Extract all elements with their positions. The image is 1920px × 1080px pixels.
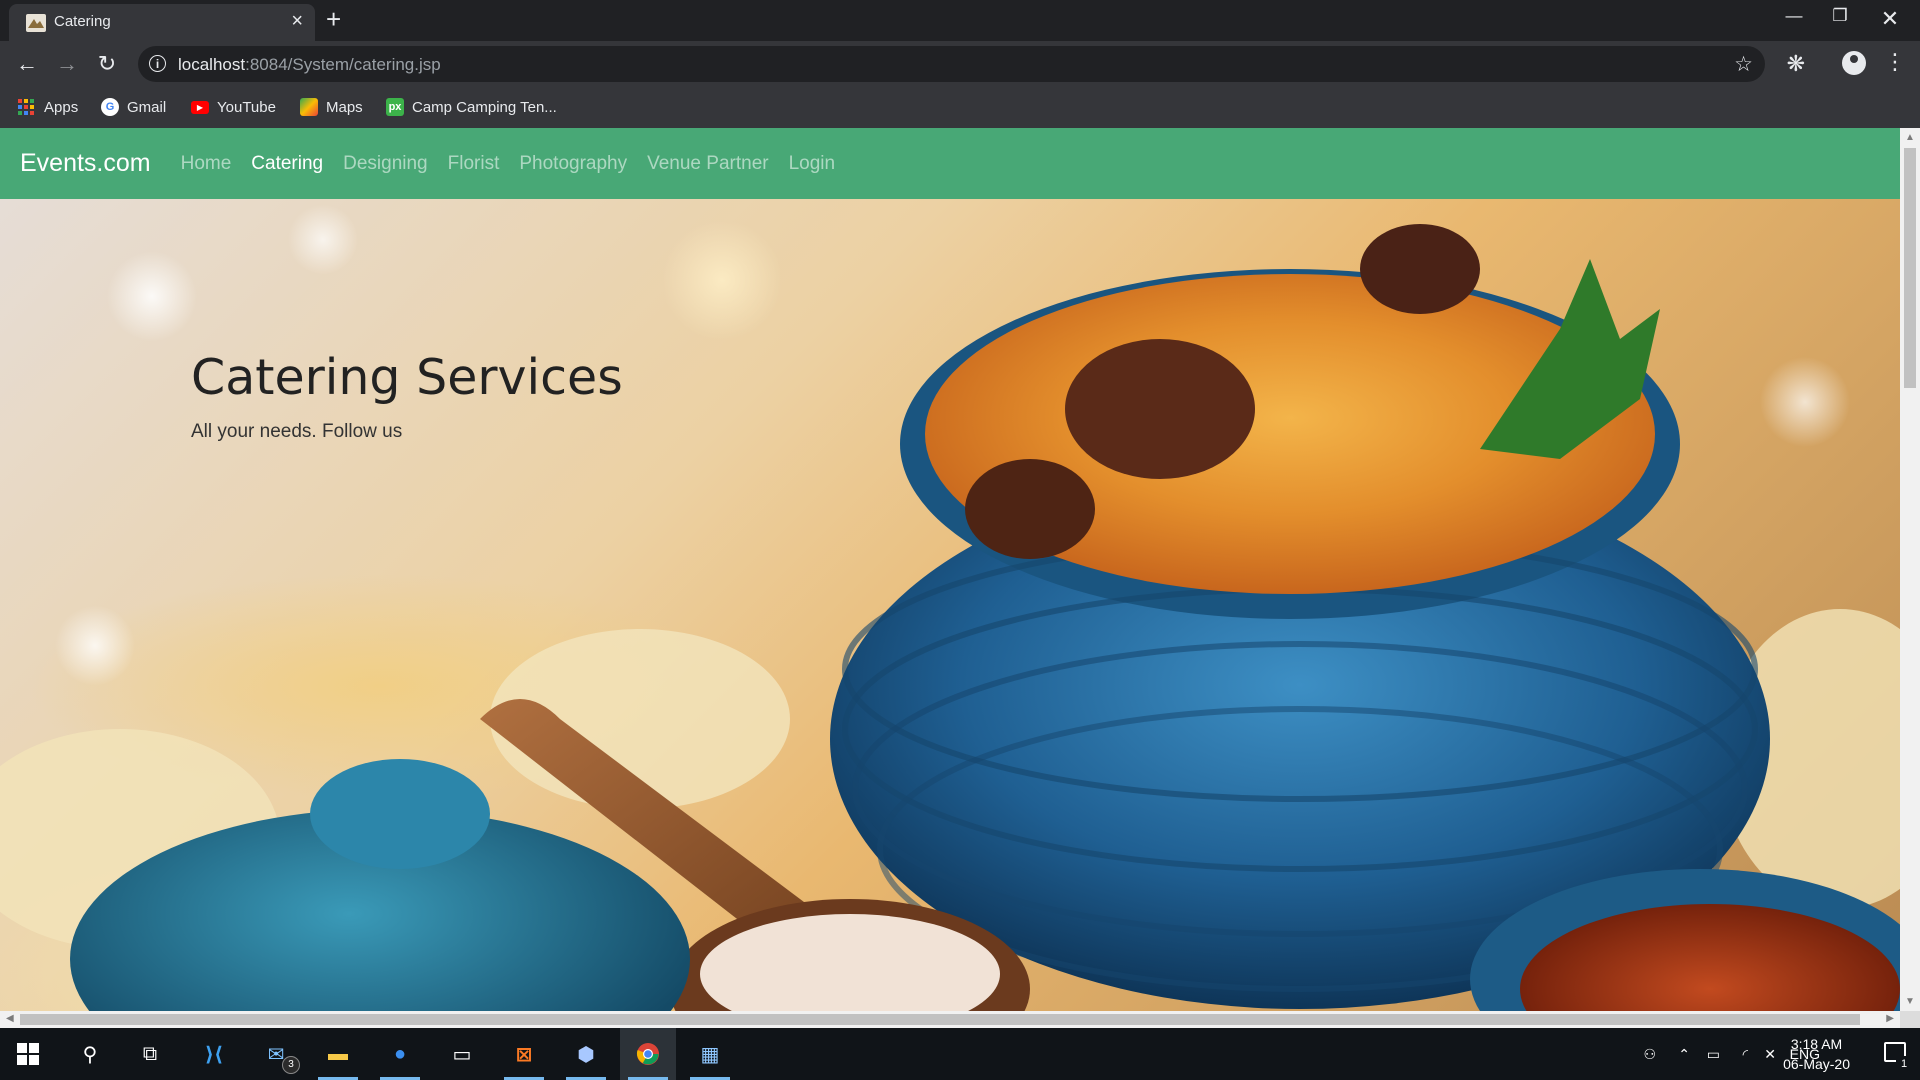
chrome-icon	[636, 1043, 659, 1065]
clock-date: 06-May-20	[1783, 1056, 1850, 1072]
taskbar-file-explorer[interactable]: ▬	[310, 1028, 366, 1080]
nav-link-login[interactable]: Login	[789, 153, 836, 175]
search-icon: ⚲	[82, 1043, 98, 1066]
bookmark-youtube[interactable]: ▶ YouTube	[191, 95, 276, 119]
back-arrow-icon[interactable]: ←	[13, 50, 41, 78]
tab-title: Catering	[54, 13, 111, 30]
bookmark-star-icon[interactable]: ☆	[1734, 52, 1753, 77]
brand-logo[interactable]: Events.com	[20, 149, 151, 178]
search-button[interactable]: ⚲	[62, 1028, 118, 1080]
profile-avatar-icon[interactable]	[1842, 51, 1866, 75]
taskbar-terminal[interactable]: ▭	[434, 1028, 490, 1080]
bookmark-gmail[interactable]: G Gmail	[101, 95, 166, 119]
battery-icon[interactable]: ▭	[1707, 1028, 1720, 1080]
reload-icon[interactable]: ↻	[93, 50, 121, 78]
taskbar-mail[interactable]: ✉ 3	[248, 1028, 304, 1080]
px-icon: px	[386, 98, 404, 116]
extension-icon[interactable]: ❋	[1787, 51, 1805, 77]
vscode-icon: ⟩⟨	[204, 1043, 224, 1066]
nav-link-designing[interactable]: Designing	[343, 153, 428, 175]
hero-subtitle: All your needs. Follow us	[191, 421, 403, 442]
scroll-up-icon[interactable]: ▲	[1905, 132, 1915, 143]
folder-icon: ▬	[328, 1042, 348, 1065]
clock-time: 3:18 AM	[1790, 1036, 1843, 1052]
nav-link-catering[interactable]: Catering	[251, 153, 323, 175]
bookmarks-bar: Apps G Gmail ▶ YouTube Maps px Camp Camp…	[0, 87, 1920, 129]
windows-taskbar: ⚲ ⧉ ⟩⟨ ✉ 3 ▬ ● ▭ ⊠ ⬢ ▦ ⚇ ⌃ ▭ ◜ ✕ ENG 3:18…	[0, 1028, 1920, 1080]
address-bar[interactable]: i localhost:8084/System/catering.jsp ☆	[138, 46, 1765, 82]
hero-banner: Catering Services All your needs. Follow…	[0, 199, 1900, 1011]
cube-icon: ⬢	[577, 1043, 595, 1066]
people-icon[interactable]: ⚇	[1643, 1028, 1656, 1080]
horizontal-scroll-thumb[interactable]	[20, 1014, 1860, 1025]
taskbar-chrome[interactable]	[620, 1028, 676, 1080]
favicon-icon	[26, 14, 46, 32]
scroll-right-icon[interactable]: ▶	[1886, 1013, 1894, 1024]
site-navbar: Events.com Home Catering Designing Flori…	[0, 128, 1900, 199]
youtube-icon: ▶	[191, 100, 209, 114]
mail-badge: 3	[282, 1056, 300, 1074]
url-text[interactable]: localhost:8084/System/catering.jsp	[178, 55, 441, 75]
nav-link-florist[interactable]: Florist	[448, 153, 500, 175]
browser-tab[interactable]: Catering ×	[9, 4, 315, 41]
forward-arrow-icon[interactable]: →	[53, 50, 81, 78]
minimize-icon[interactable]: —	[1774, 6, 1814, 32]
taskbar-xampp[interactable]: ⊠	[496, 1028, 552, 1080]
taskbar-virtualbox[interactable]: ⬢	[558, 1028, 614, 1080]
browser-menu-icon[interactable]: ⋮	[1884, 49, 1906, 75]
bookmark-maps[interactable]: Maps	[300, 95, 363, 119]
task-view-button[interactable]: ⧉	[122, 1028, 178, 1080]
show-hidden-icons-icon[interactable]: ⌃	[1678, 1028, 1690, 1080]
close-window-icon[interactable]: ✕	[1870, 6, 1910, 32]
browser-tabstrip: Catering × + — ❐ ✕	[0, 0, 1920, 41]
task-view-icon: ⧉	[142, 1042, 158, 1065]
system-clock[interactable]: 3:18 AM 06-May-20	[1783, 1034, 1850, 1074]
notification-count: 1	[1896, 1056, 1912, 1072]
biryani-pot-image	[0, 224, 1900, 1011]
restore-icon[interactable]: ❐	[1820, 6, 1860, 32]
page-viewport: Events.com Home Catering Designing Flori…	[0, 128, 1900, 1011]
firefox-icon: ●	[393, 1042, 407, 1065]
xampp-icon: ⊠	[515, 1043, 533, 1066]
photos-icon: ▦	[700, 1043, 720, 1066]
volume-muted-icon[interactable]: ✕	[1764, 1028, 1776, 1080]
new-tab-button[interactable]: +	[326, 5, 341, 33]
maps-icon	[300, 98, 318, 116]
vertical-scrollbar[interactable]: ▲ ▼	[1900, 128, 1920, 1011]
taskbar-photos[interactable]: ▦	[682, 1028, 738, 1080]
taskbar-firefox[interactable]: ●	[372, 1028, 428, 1080]
tab-close-icon[interactable]: ×	[291, 11, 303, 31]
horizontal-scrollbar[interactable]: ◀ ▶	[0, 1011, 1900, 1028]
scroll-down-icon[interactable]: ▼	[1905, 996, 1915, 1007]
google-icon: G	[101, 98, 119, 116]
scrollbar-corner	[1900, 1011, 1920, 1028]
nav-link-home[interactable]: Home	[181, 153, 232, 175]
nav-link-photography[interactable]: Photography	[519, 153, 627, 175]
site-info-icon[interactable]: i	[149, 55, 166, 72]
nav-link-venue-partner[interactable]: Venue Partner	[647, 153, 768, 175]
bookmark-apps[interactable]: Apps	[18, 95, 78, 119]
windows-logo-icon	[17, 1043, 39, 1065]
start-button[interactable]	[0, 1028, 56, 1080]
scroll-left-icon[interactable]: ◀	[6, 1013, 14, 1024]
apps-grid-icon	[18, 99, 36, 115]
hero-title: Catering Services	[191, 349, 623, 406]
wifi-icon[interactable]: ◜	[1743, 1028, 1748, 1080]
taskbar-vscode[interactable]: ⟩⟨	[186, 1028, 242, 1080]
browser-toolbar: ← → ↻ i localhost:8084/System/catering.j…	[0, 41, 1920, 87]
bookmark-camp[interactable]: px Camp Camping Ten...	[386, 95, 557, 119]
vertical-scroll-thumb[interactable]	[1904, 148, 1916, 388]
terminal-icon: ▭	[452, 1043, 472, 1066]
